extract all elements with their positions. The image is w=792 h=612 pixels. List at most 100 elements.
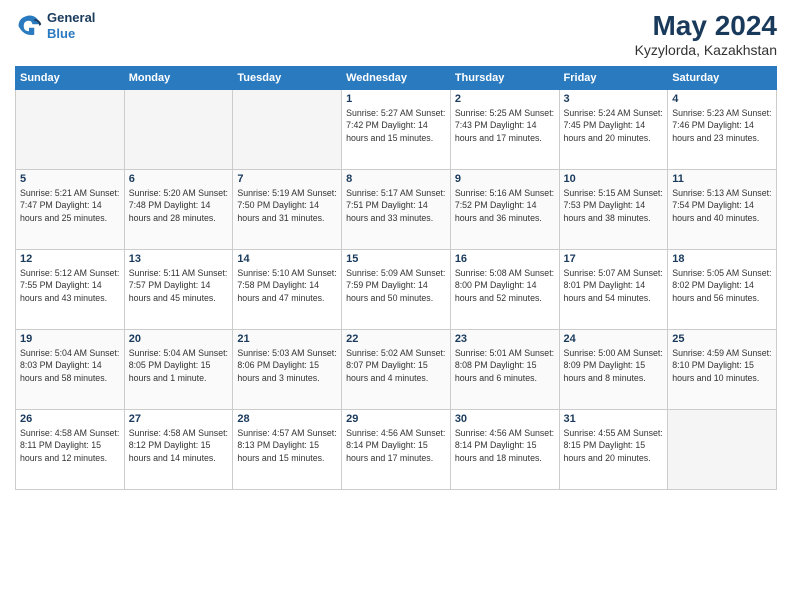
week-row-3: 19Sunrise: 5:04 AM Sunset: 8:03 PM Dayli… — [16, 330, 777, 410]
day-number: 3 — [564, 93, 664, 105]
day-info: Sunrise: 5:09 AM Sunset: 7:59 PM Dayligh… — [346, 267, 446, 304]
page: General Blue May 2024 Kyzylorda, Kazakhs… — [0, 0, 792, 612]
day-number: 16 — [455, 253, 555, 265]
day-number: 22 — [346, 333, 446, 345]
calendar-cell: 17 Sunrise: 5:07 AM Sunset: 8:01 PM Dayli… — [559, 250, 668, 330]
day-number: 12 — [20, 253, 120, 265]
calendar-cell: 30Sunrise: 4:56 AM Sunset: 8:14 PM Dayli… — [450, 410, 559, 490]
day-info: Sunrise: 5:10 AM Sunset: 7:58 PM Dayligh… — [237, 267, 337, 304]
day-number: 6 — [129, 173, 229, 185]
day-number: 19 — [20, 333, 120, 345]
header: General Blue May 2024 Kyzylorda, Kazakhs… — [15, 10, 777, 58]
calendar-cell: 14 Sunrise: 5:10 AM Sunset: 7:58 PM Dayli… — [233, 250, 342, 330]
day-number: 7 — [237, 173, 337, 185]
header-tuesday: Tuesday — [233, 67, 342, 90]
calendar-cell — [233, 90, 342, 170]
calendar-cell: 18 Sunrise: 5:05 AM Sunset: 8:02 PM Dayli… — [668, 250, 777, 330]
day-info: Sunrise: 5:07 AM Sunset: 8:01 PM Dayligh… — [564, 267, 664, 304]
day-info: Sunrise: 5:00 AM Sunset: 8:09 PM Dayligh… — [564, 347, 664, 384]
day-number: 27 — [129, 413, 229, 425]
day-number: 4 — [672, 93, 772, 105]
logo-text: General Blue — [47, 10, 95, 41]
day-number: 18 — [672, 253, 772, 265]
day-number: 20 — [129, 333, 229, 345]
day-number: 23 — [455, 333, 555, 345]
title-block: May 2024 Kyzylorda, Kazakhstan — [635, 10, 777, 58]
calendar-cell: 1 Sunrise: 5:27 AM Sunset: 7:42 PM Daylig… — [342, 90, 451, 170]
day-info: Sunrise: 5:19 AM Sunset: 7:50 PM Dayligh… — [237, 187, 337, 224]
day-number: 5 — [20, 173, 120, 185]
day-info: Sunrise: 5:15 AM Sunset: 7:53 PM Dayligh… — [564, 187, 664, 224]
calendar-cell: 27 Sunrise: 4:58 AM Sunset: 8:12 PM Dayli… — [124, 410, 233, 490]
calendar-cell: 13 Sunrise: 5:11 AM Sunset: 7:57 PM Dayli… — [124, 250, 233, 330]
day-info: Sunrise: 4:58 AM Sunset: 8:11 PM Dayligh… — [20, 427, 120, 464]
calendar-cell: 29Sunrise: 4:56 AM Sunset: 8:14 PM Dayli… — [342, 410, 451, 490]
day-info: Sunrise: 5:04 AM Sunset: 8:05 PM Dayligh… — [129, 347, 229, 384]
week-row-4: 26Sunrise: 4:58 AM Sunset: 8:11 PM Dayli… — [16, 410, 777, 490]
day-info: Sunrise: 4:58 AM Sunset: 8:12 PM Dayligh… — [129, 427, 229, 464]
calendar-cell: 21Sunrise: 5:03 AM Sunset: 8:06 PM Dayli… — [233, 330, 342, 410]
day-info: Sunrise: 5:13 AM Sunset: 7:54 PM Dayligh… — [672, 187, 772, 224]
day-info: Sunrise: 5:02 AM Sunset: 8:07 PM Dayligh… — [346, 347, 446, 384]
logo: General Blue — [15, 10, 95, 41]
calendar-cell: 4 Sunrise: 5:23 AM Sunset: 7:46 PM Daylig… — [668, 90, 777, 170]
day-number: 28 — [237, 413, 337, 425]
calendar-header-row: Sunday Monday Tuesday Wednesday Thursday… — [16, 67, 777, 90]
day-info: Sunrise: 4:55 AM Sunset: 8:15 PM Dayligh… — [564, 427, 664, 464]
day-number: 31 — [564, 413, 664, 425]
location: Kyzylorda, Kazakhstan — [635, 42, 777, 58]
day-info: Sunrise: 5:24 AM Sunset: 7:45 PM Dayligh… — [564, 107, 664, 144]
calendar-cell — [668, 410, 777, 490]
day-number: 10 — [564, 173, 664, 185]
calendar-cell: 20 Sunrise: 5:04 AM Sunset: 8:05 PM Dayli… — [124, 330, 233, 410]
calendar-cell: 23 Sunrise: 5:01 AM Sunset: 8:08 PM Dayli… — [450, 330, 559, 410]
calendar-cell: 28 Sunrise: 4:57 AM Sunset: 8:13 PM Dayli… — [233, 410, 342, 490]
day-info: Sunrise: 5:05 AM Sunset: 8:02 PM Dayligh… — [672, 267, 772, 304]
calendar-cell — [16, 90, 125, 170]
logo-line1: General — [47, 10, 95, 26]
calendar-cell: 26Sunrise: 4:58 AM Sunset: 8:11 PM Dayli… — [16, 410, 125, 490]
calendar-cell: 5 Sunrise: 5:21 AM Sunset: 7:47 PM Daylig… — [16, 170, 125, 250]
calendar-cell: 19Sunrise: 5:04 AM Sunset: 8:03 PM Dayli… — [16, 330, 125, 410]
day-info: Sunrise: 5:20 AM Sunset: 7:48 PM Dayligh… — [129, 187, 229, 224]
logo-line2: Blue — [47, 26, 95, 42]
header-sunday: Sunday — [16, 67, 125, 90]
calendar-cell — [124, 90, 233, 170]
day-info: Sunrise: 4:57 AM Sunset: 8:13 PM Dayligh… — [237, 427, 337, 464]
header-friday: Friday — [559, 67, 668, 90]
header-wednesday: Wednesday — [342, 67, 451, 90]
day-info: Sunrise: 5:23 AM Sunset: 7:46 PM Dayligh… — [672, 107, 772, 144]
calendar: Sunday Monday Tuesday Wednesday Thursday… — [15, 66, 777, 490]
calendar-cell: 31 Sunrise: 4:55 AM Sunset: 8:15 PM Dayli… — [559, 410, 668, 490]
calendar-cell: 9 Sunrise: 5:16 AM Sunset: 7:52 PM Daylig… — [450, 170, 559, 250]
day-number: 25 — [672, 333, 772, 345]
calendar-cell: 11 Sunrise: 5:13 AM Sunset: 7:54 PM Dayli… — [668, 170, 777, 250]
day-info: Sunrise: 5:11 AM Sunset: 7:57 PM Dayligh… — [129, 267, 229, 304]
day-info: Sunrise: 5:25 AM Sunset: 7:43 PM Dayligh… — [455, 107, 555, 144]
day-number: 8 — [346, 173, 446, 185]
day-info: Sunrise: 5:12 AM Sunset: 7:55 PM Dayligh… — [20, 267, 120, 304]
calendar-cell: 25 Sunrise: 4:59 AM Sunset: 8:10 PM Dayli… — [668, 330, 777, 410]
week-row-2: 12 Sunrise: 5:12 AM Sunset: 7:55 PM Dayli… — [16, 250, 777, 330]
day-info: Sunrise: 5:27 AM Sunset: 7:42 PM Dayligh… — [346, 107, 446, 144]
day-info: Sunrise: 4:56 AM Sunset: 8:14 PM Dayligh… — [346, 427, 446, 464]
day-number: 11 — [672, 173, 772, 185]
day-number: 9 — [455, 173, 555, 185]
day-info: Sunrise: 4:56 AM Sunset: 8:14 PM Dayligh… — [455, 427, 555, 464]
day-info: Sunrise: 4:59 AM Sunset: 8:10 PM Dayligh… — [672, 347, 772, 384]
day-info: Sunrise: 5:01 AM Sunset: 8:08 PM Dayligh… — [455, 347, 555, 384]
header-thursday: Thursday — [450, 67, 559, 90]
day-number: 15 — [346, 253, 446, 265]
day-info: Sunrise: 5:21 AM Sunset: 7:47 PM Dayligh… — [20, 187, 120, 224]
day-number: 14 — [237, 253, 337, 265]
calendar-cell: 3 Sunrise: 5:24 AM Sunset: 7:45 PM Daylig… — [559, 90, 668, 170]
day-info: Sunrise: 5:08 AM Sunset: 8:00 PM Dayligh… — [455, 267, 555, 304]
header-saturday: Saturday — [668, 67, 777, 90]
calendar-cell: 6 Sunrise: 5:20 AM Sunset: 7:48 PM Daylig… — [124, 170, 233, 250]
day-number: 1 — [346, 93, 446, 105]
week-row-0: 1 Sunrise: 5:27 AM Sunset: 7:42 PM Daylig… — [16, 90, 777, 170]
day-info: Sunrise: 5:16 AM Sunset: 7:52 PM Dayligh… — [455, 187, 555, 224]
day-number: 17 — [564, 253, 664, 265]
day-number: 13 — [129, 253, 229, 265]
day-number: 21 — [237, 333, 337, 345]
